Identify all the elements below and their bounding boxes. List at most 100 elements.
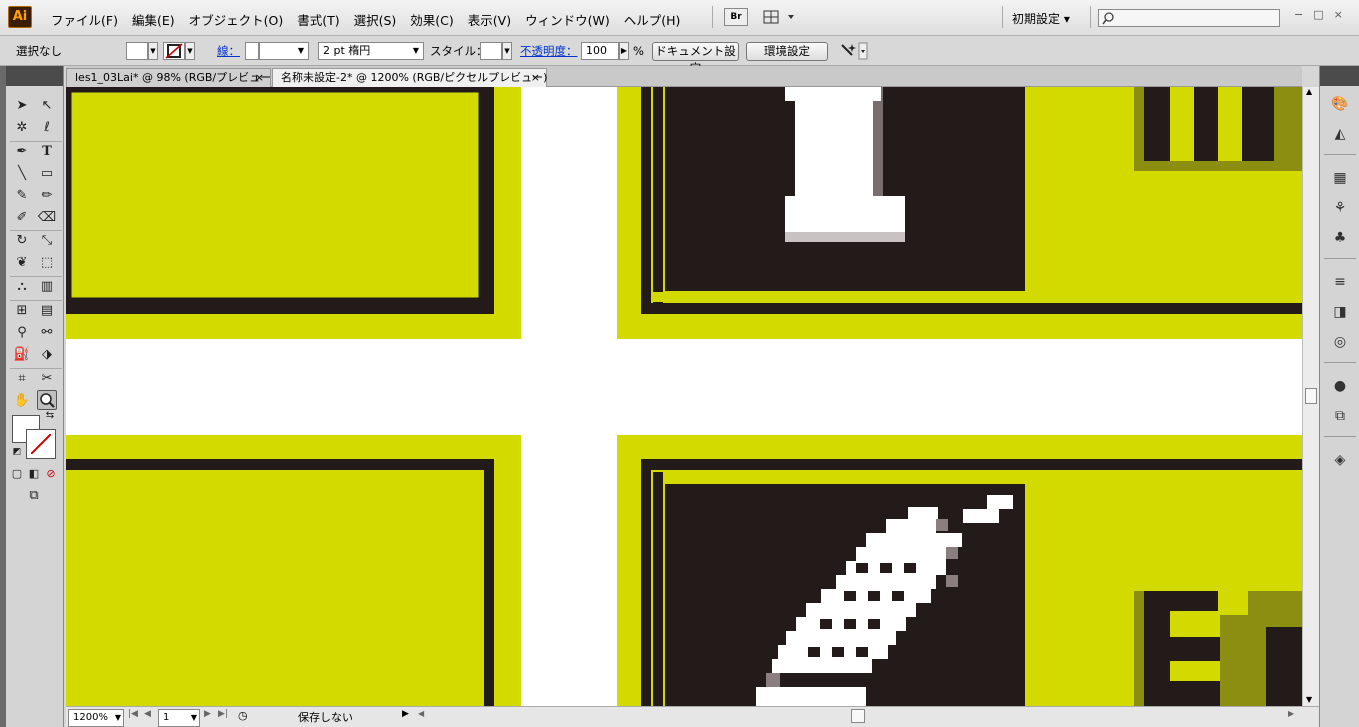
document-setup-button[interactable]: ドキュメント設定	[652, 42, 739, 75]
tools-panel-header[interactable]	[6, 66, 63, 86]
color-mode-icon[interactable]: ▢	[10, 467, 24, 481]
free-transform-tool-icon[interactable]: ⬚	[37, 253, 57, 273]
brushes-panel-icon[interactable]: ⚘	[1330, 198, 1350, 218]
menu-view[interactable]: 表示(V)	[461, 10, 518, 29]
screen-mode-icon[interactable]: ⧉	[24, 486, 44, 506]
stroke-color-box[interactable]	[26, 429, 56, 459]
menu-object[interactable]: オブジェクト(O)	[182, 10, 291, 29]
stroke-stepper[interactable]	[245, 42, 259, 60]
close-icon[interactable]: ×	[531, 69, 540, 86]
blob-brush-tool-icon[interactable]: ✐	[12, 208, 32, 228]
menu-effect[interactable]: 効果(C)	[403, 10, 460, 29]
mesh-tool-icon[interactable]: ⊞	[12, 301, 32, 321]
stroke-weight-field[interactable]: ▼	[259, 42, 309, 60]
slice-tool-icon[interactable]: ✂	[37, 369, 57, 389]
menu-select[interactable]: 選択(S)	[347, 10, 404, 29]
color-panel-icon[interactable]: 🎨	[1330, 94, 1350, 114]
menu-help[interactable]: ヘルプ(H)	[617, 10, 688, 29]
menu-file[interactable]: ファイル(F)	[44, 10, 125, 29]
live-paint-selection-tool-icon[interactable]: ⬗	[37, 345, 57, 365]
previous-artboard-icon[interactable]: ◀	[144, 709, 151, 719]
menu-type[interactable]: 書式(T)	[290, 10, 346, 29]
artboard-number-field[interactable]: 1 ▼	[158, 709, 200, 727]
artboard-tool-icon[interactable]: ⌗	[12, 369, 32, 389]
scroll-down-icon[interactable]: ▼	[1306, 695, 1312, 704]
maximize-button[interactable]: □	[1313, 8, 1323, 21]
selection-tool-icon[interactable]: ➤	[12, 96, 32, 116]
transparency-panel-icon[interactable]: ◎	[1330, 332, 1350, 352]
scroll-right-icon[interactable]: ▶	[1288, 709, 1294, 718]
search-input[interactable]	[1098, 9, 1280, 27]
opacity-slider-button[interactable]: ▶	[619, 42, 629, 60]
zoom-level-field[interactable]: 1200% ▼	[68, 709, 124, 727]
last-artboard-icon[interactable]: ▶|	[218, 709, 228, 719]
swatches-panel-icon[interactable]: ▦	[1330, 168, 1350, 188]
symbols-panel-icon[interactable]: ♣	[1330, 228, 1350, 248]
workspace-switcher[interactable]: 初期設定 ▾	[1012, 10, 1070, 27]
next-artboard-icon[interactable]: ▶	[204, 709, 211, 719]
style-dropdown[interactable]: ▼	[502, 42, 512, 60]
select-similar-button[interactable]	[838, 42, 868, 60]
first-artboard-icon[interactable]: |◀	[128, 709, 138, 719]
stroke-label[interactable]: 線：	[217, 42, 240, 60]
zoom-tool-icon[interactable]	[37, 390, 57, 410]
status-text[interactable]: 保存しない	[298, 709, 353, 725]
lasso-tool-icon[interactable]: ℓ	[37, 118, 57, 138]
bridge-button[interactable]: Br	[724, 8, 748, 26]
rectangle-tool-icon[interactable]: ▭	[37, 164, 57, 184]
stroke-panel-icon[interactable]: ≡	[1330, 272, 1350, 292]
scroll-left-icon[interactable]: ◀	[418, 709, 424, 718]
status-menu-icon[interactable]: ▶	[402, 709, 409, 719]
gradient-panel-icon[interactable]: ◨	[1330, 302, 1350, 322]
hand-tool-icon[interactable]: ✋	[12, 391, 32, 411]
scale-tool-icon[interactable]: ⤡	[37, 231, 57, 251]
menu-window[interactable]: ウィンドウ(W)	[518, 10, 617, 29]
arrange-documents-button[interactable]	[762, 8, 798, 26]
column-graph-tool-icon[interactable]: ▥	[37, 277, 57, 297]
warp-tool-icon[interactable]: ❦	[12, 253, 32, 273]
eyedropper-tool-icon[interactable]: ⚲	[12, 323, 32, 343]
none-mode-icon[interactable]: ⊘	[44, 467, 58, 481]
panel-dock-header[interactable]	[1320, 66, 1359, 86]
swap-fill-stroke-icon[interactable]: ⇆	[44, 410, 56, 422]
fill-swatch[interactable]	[126, 42, 148, 60]
stroke-dropdown[interactable]: ▼	[185, 42, 195, 60]
gradient-mode-icon[interactable]: ◧	[27, 467, 41, 481]
minimize-button[interactable]: −	[1294, 8, 1303, 21]
gradient-tool-icon[interactable]: ▤	[37, 301, 57, 321]
paintbrush-tool-icon[interactable]: ✎	[12, 186, 32, 206]
tab-document-1[interactable]: les1_03Lai* @ 98% (RGB/プレビュー) ×	[66, 68, 275, 87]
close-button[interactable]: ×	[1334, 8, 1343, 21]
tab-document-2[interactable]: 名称未設定-2* @ 1200% (RGB/ピクセルプレビュー) ×	[272, 68, 547, 87]
color-guide-icon[interactable]: ◭	[1330, 124, 1350, 144]
vertical-scroll-thumb[interactable]	[1305, 388, 1317, 404]
stroke-swatch[interactable]	[163, 42, 185, 60]
opacity-field[interactable]: 100	[581, 42, 619, 60]
style-swatch[interactable]	[480, 42, 502, 60]
default-colors-icon[interactable]: ◩	[11, 446, 23, 458]
type-tool-icon[interactable]: T	[37, 142, 57, 162]
direct-selection-tool-icon[interactable]: ↖	[37, 96, 57, 116]
magic-wand-tool-icon[interactable]: ✲	[12, 118, 32, 138]
graphic-styles-panel-icon[interactable]: ⧉	[1330, 406, 1350, 426]
symbol-sprayer-tool-icon[interactable]: ⛬	[12, 277, 32, 297]
eraser-tool-icon[interactable]: ⌫	[37, 208, 57, 228]
appearance-panel-icon[interactable]: ●	[1330, 376, 1350, 396]
rotate-tool-icon[interactable]: ↻	[12, 231, 32, 251]
menu-edit[interactable]: 編集(E)	[125, 10, 182, 29]
line-tool-icon[interactable]: ╲	[12, 164, 32, 184]
preferences-button[interactable]: 環境設定	[746, 42, 828, 61]
pen-tool-icon[interactable]: ✒	[12, 142, 32, 162]
artboard-canvas[interactable]	[66, 87, 1302, 706]
live-paint-bucket-tool-icon[interactable]: ⛽	[12, 345, 32, 365]
opacity-label[interactable]: 不透明度：	[520, 42, 578, 60]
fill-dropdown[interactable]: ▼	[148, 42, 158, 60]
horizontal-scroll-thumb[interactable]	[851, 709, 865, 723]
scroll-up-icon[interactable]: ▲	[1306, 87, 1312, 96]
brush-definition-field[interactable]: 2 pt 楕円 ▼	[318, 42, 424, 60]
pencil-tool-icon[interactable]: ✏	[37, 186, 57, 206]
blend-tool-icon[interactable]: ⚯	[37, 323, 57, 343]
vertical-scrollbar[interactable]: ▲ ▼	[1302, 87, 1319, 706]
close-icon[interactable]: ×	[255, 69, 264, 86]
layers-panel-icon[interactable]: ◈	[1330, 450, 1350, 470]
